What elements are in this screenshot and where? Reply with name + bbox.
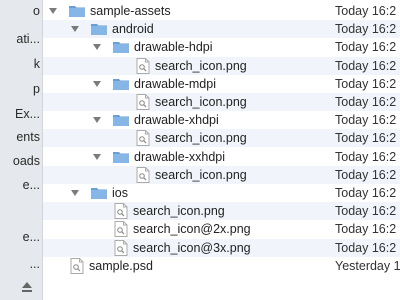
date-modified: Today 16:2 [335, 131, 397, 146]
image-file-icon [114, 221, 128, 238]
file-name: drawable-xxhdpi [134, 149, 226, 164]
list-row[interactable]: android Today 16:2 [43, 20, 400, 39]
sidebar-item[interactable]: ... [30, 255, 40, 273]
disclosure-triangle-icon[interactable] [93, 117, 101, 124]
sidebar-item[interactable]: o [33, 2, 40, 20]
file-name: search_icon.png [155, 167, 247, 182]
date-modified: Today 16:2 [335, 40, 397, 55]
date-modified: Today 16:2 [335, 113, 397, 128]
date-modified: Today 16:2 [335, 149, 397, 164]
date-modified: Today 16:2 [335, 95, 397, 109]
list-row[interactable]: sample-assets Today 16:2 [43, 2, 400, 20]
file-name: ios [112, 186, 128, 200]
date-modified: Today 16:2 [335, 22, 397, 37]
list-row[interactable]: search_icon.png Today 16:2 [43, 56, 400, 75]
date-modified: Yesterday 1 [335, 258, 400, 273]
list-row[interactable]: drawable-mdpi Today 16:2 [43, 75, 400, 93]
sidebar-item[interactable]: e... [23, 176, 40, 194]
folder-icon [68, 4, 86, 18]
image-file-icon [136, 166, 150, 183]
date-modified: Today 16:2 [335, 186, 397, 200]
file-name: sample-assets [90, 4, 171, 18]
file-list: sample-assets Today 16:2 android Today 16:2… [43, 0, 400, 300]
date-modified: Today 16:2 [335, 4, 397, 18]
file-name: android [112, 22, 154, 37]
list-row[interactable]: drawable-xxhdpi Today 16:2 [43, 148, 400, 166]
list-row[interactable]: search_icon.png Today 16:2 [43, 165, 400, 184]
list-row[interactable]: search_icon.png Today 16:2 [43, 129, 400, 148]
folder-icon [90, 22, 108, 36]
sidebar-item[interactable]: oads [13, 152, 40, 170]
list-row[interactable]: drawable-hdpi Today 16:2 [43, 38, 400, 56]
list-row[interactable]: search_icon.png Today 16:2 [43, 93, 400, 111]
sidebar-item[interactable]: e... [23, 228, 40, 246]
file-name: search_icon.png [155, 131, 247, 146]
file-name: drawable-xhdpi [134, 113, 219, 128]
sidebar-item[interactable]: k [34, 55, 40, 73]
image-file-icon [70, 257, 84, 274]
file-name: search_icon.png [155, 95, 247, 109]
folder-icon [112, 40, 130, 54]
sidebar-item[interactable]: p [33, 80, 40, 98]
disclosure-triangle-icon[interactable] [71, 26, 79, 33]
sidebar-item[interactable]: ents [16, 128, 40, 146]
eject-icon[interactable] [22, 281, 32, 292]
date-modified: Today 16:2 [335, 167, 397, 182]
image-file-icon [114, 239, 128, 256]
list-row[interactable]: sample.psd Yesterday 1 [43, 257, 400, 275]
file-name: search_icon@3x.png [133, 240, 251, 255]
date-modified: Today 16:2 [335, 222, 397, 237]
folder-icon [90, 186, 108, 200]
folder-icon [112, 77, 130, 91]
file-name: drawable-hdpi [134, 40, 213, 55]
file-name: search_icon.png [133, 204, 225, 219]
image-file-icon [136, 94, 150, 110]
file-name: drawable-mdpi [134, 76, 216, 91]
image-file-icon [136, 57, 150, 74]
file-name: search_icon@2x.png [133, 222, 251, 237]
date-modified: Today 16:2 [335, 204, 397, 219]
disclosure-triangle-icon[interactable] [93, 44, 101, 51]
list-row[interactable]: search_icon.png Today 16:2 [43, 202, 400, 221]
disclosure-triangle-icon[interactable] [93, 153, 101, 160]
disclosure-triangle-icon[interactable] [93, 80, 101, 87]
sidebar-item[interactable]: Ex... [15, 105, 40, 123]
sidebar-item[interactable]: ati... [16, 30, 40, 48]
image-file-icon [114, 203, 128, 220]
folder-icon [112, 113, 130, 127]
list-row[interactable]: ios Today 16:2 [43, 184, 400, 202]
finder-sidebar: o ati... k p Ex... ents oads e... e...... [0, 0, 43, 300]
list-row[interactable]: search_icon@3x.png Today 16:2 [43, 238, 400, 257]
file-name: sample.psd [89, 258, 153, 273]
list-row[interactable]: search_icon@2x.png Today 16:2 [43, 220, 400, 238]
date-modified: Today 16:2 [335, 58, 397, 73]
image-file-icon [136, 130, 150, 147]
file-name: search_icon.png [155, 58, 247, 73]
date-modified: Today 16:2 [335, 76, 397, 91]
date-modified: Today 16:2 [335, 240, 397, 255]
disclosure-triangle-icon[interactable] [71, 190, 79, 196]
disclosure-triangle-icon[interactable] [49, 8, 57, 14]
list-row[interactable]: drawable-xhdpi Today 16:2 [43, 111, 400, 129]
folder-icon [112, 150, 130, 164]
